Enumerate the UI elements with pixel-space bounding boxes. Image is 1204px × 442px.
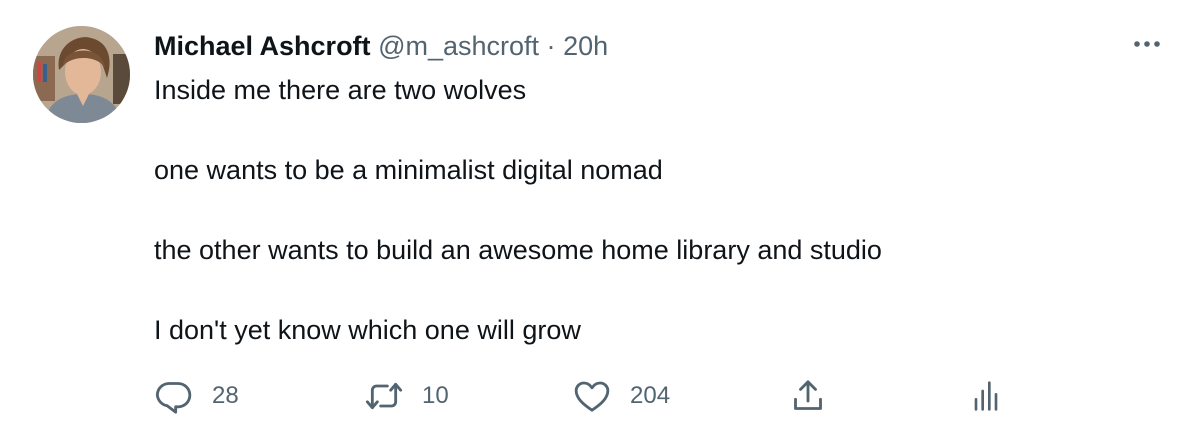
- analytics-button[interactable]: [966, 376, 1006, 416]
- like-count: 204: [630, 382, 671, 409]
- retweet-icon: [364, 376, 404, 416]
- share-icon: [788, 376, 828, 416]
- retweet-count: 10: [422, 382, 449, 409]
- reply-button[interactable]: 28: [154, 376, 239, 416]
- reply-icon: [154, 376, 194, 416]
- heart-icon: [572, 376, 612, 416]
- timestamp[interactable]: 20h: [563, 31, 608, 61]
- tweet-paragraph: Inside me there are two wolves: [154, 75, 527, 105]
- analytics-icon: [966, 376, 1006, 416]
- tweet-paragraph: I don't yet know which one will grow: [154, 315, 581, 345]
- header-separator: ·: [546, 31, 556, 61]
- tweet[interactable]: Michael Ashcroft @m_ashcroft · 20h Insid…: [0, 0, 1204, 442]
- avatar[interactable]: [33, 26, 130, 123]
- tweet-text: Inside me there are two wolves one wants…: [154, 72, 1134, 348]
- action-bar: 28 10 204: [154, 376, 1034, 416]
- retweet-button[interactable]: 10: [364, 376, 449, 416]
- author-name[interactable]: Michael Ashcroft: [154, 31, 371, 61]
- more-icon: [1133, 35, 1161, 53]
- share-button[interactable]: [788, 376, 828, 416]
- tweet-header: Michael Ashcroft @m_ashcroft · 20h: [154, 28, 608, 64]
- reply-count: 28: [212, 382, 239, 409]
- like-button[interactable]: 204: [572, 376, 670, 416]
- author-handle[interactable]: @m_ashcroft: [378, 31, 539, 61]
- tweet-paragraph: the other wants to build an awesome home…: [154, 235, 882, 265]
- more-button[interactable]: [1127, 30, 1167, 58]
- tweet-paragraph: one wants to be a minimalist digital nom…: [154, 155, 663, 185]
